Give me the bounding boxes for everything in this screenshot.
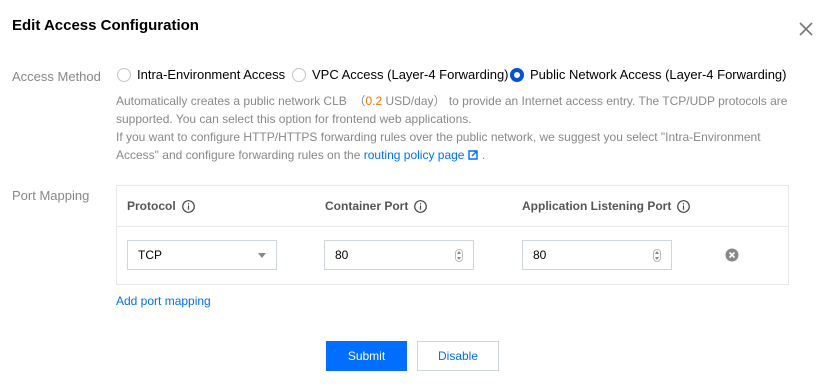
column-header-protocol: Protocol bbox=[127, 199, 195, 213]
info-icon[interactable] bbox=[414, 199, 428, 213]
protocol-value: TCP bbox=[138, 248, 162, 262]
radio-label: VPC Access (Layer-4 Forwarding) bbox=[312, 67, 509, 82]
price-unit: USD/day） bbox=[382, 94, 446, 108]
radio-label: Public Network Access (Layer-4 Forwardin… bbox=[530, 67, 787, 82]
access-method-label: Access Method bbox=[12, 69, 101, 84]
desc-prefix: Automatically creates a public network C… bbox=[116, 94, 366, 108]
edit-access-dialog: Edit Access Configuration Access Method … bbox=[0, 0, 822, 388]
listening-port-value: 80 bbox=[533, 248, 547, 262]
info-icon[interactable] bbox=[181, 199, 195, 213]
close-icon[interactable] bbox=[797, 20, 815, 38]
description-paragraph-2: If you want to configure HTTP/HTTPS forw… bbox=[116, 128, 796, 164]
column-header-text: Application Listening Port bbox=[522, 199, 672, 213]
number-stepper-icon[interactable] bbox=[653, 249, 661, 262]
column-header-text: Container Port bbox=[325, 199, 409, 213]
external-link-icon bbox=[468, 147, 479, 160]
column-header-text: Protocol bbox=[127, 199, 176, 213]
number-stepper-icon[interactable] bbox=[455, 249, 463, 262]
column-header-container-port: Container Port bbox=[325, 199, 428, 213]
radio-intra-environment[interactable]: Intra-Environment Access bbox=[117, 67, 285, 82]
remove-row-icon[interactable] bbox=[725, 248, 739, 262]
info-icon[interactable] bbox=[677, 199, 691, 213]
radio-label: Intra-Environment Access bbox=[137, 67, 286, 82]
radio-public-network[interactable]: Public Network Access (Layer-4 Forwardin… bbox=[510, 67, 786, 82]
dialog-title: Edit Access Configuration bbox=[12, 17, 199, 34]
price-value: 0.2 bbox=[365, 94, 383, 108]
radio-checked-icon bbox=[510, 67, 524, 82]
chevron-down-icon bbox=[258, 253, 266, 258]
submit-button[interactable]: Submit bbox=[326, 341, 407, 371]
listening-port-input[interactable]: 80 bbox=[522, 240, 672, 270]
column-header-listening-port: Application Listening Port bbox=[522, 199, 691, 213]
disable-button[interactable]: Disable bbox=[417, 341, 499, 371]
radio-unchecked-icon bbox=[117, 67, 131, 82]
protocol-select[interactable]: TCP bbox=[127, 240, 277, 270]
desc-end: . bbox=[481, 148, 486, 162]
add-port-mapping-link[interactable]: Add port mapping bbox=[116, 294, 211, 308]
table-header: Protocol Container Port Application List… bbox=[117, 186, 788, 227]
container-port-value: 80 bbox=[335, 248, 349, 262]
radio-unchecked-icon bbox=[292, 67, 306, 82]
routing-policy-link-text: routing policy page bbox=[363, 148, 465, 162]
routing-policy-link[interactable]: routing policy page bbox=[364, 148, 479, 162]
radio-vpc-access[interactable]: VPC Access (Layer-4 Forwarding) bbox=[292, 67, 509, 82]
port-mapping-label: Port Mapping bbox=[12, 188, 90, 203]
container-port-input[interactable]: 80 bbox=[324, 240, 474, 270]
description-paragraph-1: Automatically creates a public network C… bbox=[116, 92, 796, 128]
access-method-description: Automatically creates a public network C… bbox=[116, 92, 796, 164]
port-mapping-table: Protocol Container Port Application List… bbox=[116, 185, 789, 285]
